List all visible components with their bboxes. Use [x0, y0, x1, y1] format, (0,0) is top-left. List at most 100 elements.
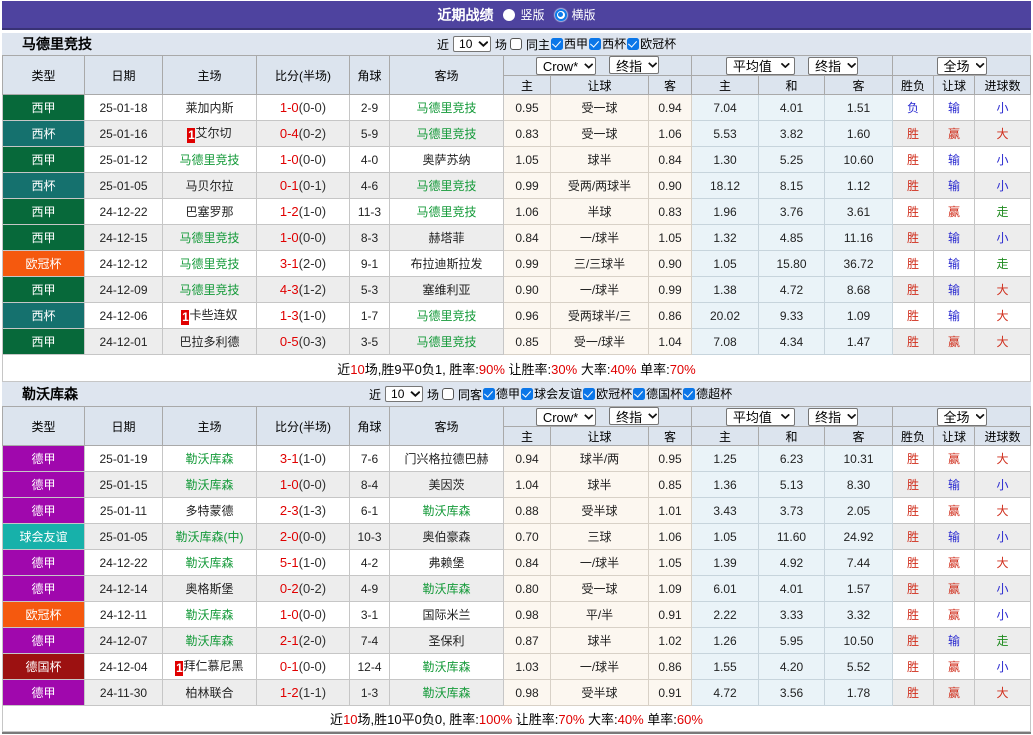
- checkbox-unchecked-icon[interactable]: [510, 38, 523, 50]
- avg-time-select[interactable]: 终指: [808, 56, 859, 75]
- result-goals: 大: [973, 679, 1032, 706]
- checkbox-checked-icon[interactable]: [583, 387, 596, 400]
- checkbox-checked-icon[interactable]: [521, 387, 534, 400]
- avg-time-select-value: 终指: [815, 59, 842, 74]
- sub-header: 胜负: [892, 75, 934, 95]
- competition-filter[interactable]: 西甲: [550, 35, 588, 52]
- radio-horizontal[interactable]: [554, 8, 567, 21]
- home-team: 勒沃库森: [162, 471, 257, 498]
- bookmaker-select[interactable]: Crow*: [535, 408, 596, 426]
- avg-select[interactable]: 平均值: [725, 56, 795, 75]
- away-odds: 1.01: [648, 497, 692, 524]
- checkbox-checked-icon[interactable]: [551, 37, 564, 50]
- radio-horizontal-label[interactable]: 横版: [572, 6, 596, 23]
- half-time-score: (1-0): [298, 555, 327, 570]
- full-time-score: 1-2: [279, 685, 299, 700]
- match-date: 25-01-12: [84, 146, 163, 173]
- home-team: 莱加内斯: [162, 94, 257, 121]
- radio-vertical-label[interactable]: 竖版: [520, 6, 544, 23]
- home-team-name: 马德里竞技: [179, 257, 240, 271]
- result-handicap: 赢: [933, 601, 975, 628]
- scope-select[interactable]: 全场: [936, 56, 987, 75]
- competition-filter[interactable]: 德甲: [482, 385, 520, 402]
- avg-draw: 5.25: [758, 146, 825, 173]
- team2-table: 类型 日期 主场 比分(半场) 角球 客场 Crow* 终指 平均值 终指 全场…: [1, 407, 1032, 732]
- away-team: 勒沃库森: [389, 575, 504, 602]
- avg-draw: 11.60: [758, 523, 825, 550]
- same-venue-filter[interactable]: 同主: [507, 36, 550, 53]
- match-date: 25-01-05: [84, 172, 163, 199]
- competition-badge: 西杯: [2, 172, 85, 199]
- competition-badge: 欧冠杯: [2, 601, 85, 628]
- handicap: 受一球: [550, 94, 649, 121]
- full-time-score: 1-2: [279, 204, 299, 219]
- competition-filter[interactable]: 球会友谊: [520, 385, 582, 402]
- avg-home: 2.22: [691, 601, 759, 628]
- summary-segment: 90%: [478, 361, 505, 377]
- checkbox-checked-icon[interactable]: [683, 387, 696, 400]
- full-time-score: 0-4: [279, 126, 299, 141]
- sub-header: 让球: [933, 75, 975, 95]
- away-team: 马德里竞技: [389, 302, 504, 329]
- match-count-select[interactable]: 10: [385, 386, 424, 402]
- scope-select[interactable]: 全场: [936, 407, 987, 426]
- avg-away: 3.32: [824, 601, 893, 628]
- home-team-name: 马贝尔拉: [185, 179, 234, 193]
- match-count-select[interactable]: 10: [453, 36, 492, 52]
- away-odds: 1.04: [648, 328, 692, 355]
- checkbox-checked-icon[interactable]: [589, 37, 602, 50]
- full-time-score: 4-3: [279, 282, 299, 297]
- avg-time-select[interactable]: 终指: [808, 407, 859, 426]
- result-goals: 大: [973, 120, 1032, 147]
- result-goals: 小: [973, 224, 1032, 251]
- summary-segment: 近: [337, 361, 351, 377]
- radio-vertical[interactable]: [503, 8, 516, 21]
- checkbox-unchecked-icon[interactable]: [442, 388, 455, 400]
- away-team: 塞维利亚: [389, 276, 504, 303]
- away-odds: 0.91: [648, 679, 692, 706]
- home-odds: 1.03: [503, 653, 551, 680]
- result-handicap: 赢: [933, 575, 975, 602]
- away-odds: 1.06: [648, 120, 692, 147]
- avg-draw: 5.95: [758, 627, 825, 654]
- odds-time-select[interactable]: 终指: [609, 56, 660, 74]
- competition-filter[interactable]: 德国杯: [632, 385, 682, 402]
- result-winlose: 胜: [892, 146, 934, 173]
- competition-filter[interactable]: 西杯: [588, 35, 626, 52]
- competition-filter[interactable]: 欧冠杯: [626, 35, 676, 52]
- result-winlose: 胜: [892, 523, 934, 550]
- summary-segment: 70%: [558, 712, 585, 727]
- bookmaker-select[interactable]: Crow*: [535, 57, 596, 75]
- checkbox-checked-icon[interactable]: [627, 37, 640, 50]
- half-time-score: (0-0): [298, 477, 327, 492]
- avg-home: 18.12: [691, 172, 759, 199]
- corner-count: 12-4: [349, 653, 390, 680]
- away-team: 马德里竞技: [389, 172, 504, 199]
- checkbox-checked-icon[interactable]: [483, 387, 496, 400]
- match-date: 25-01-15: [84, 471, 163, 498]
- same-venue-filter[interactable]: 同客: [439, 386, 482, 403]
- avg-select[interactable]: 平均值: [725, 407, 795, 426]
- odds-time-select[interactable]: 终指: [609, 407, 660, 425]
- away-team: 勒沃库森: [389, 497, 504, 524]
- avg-away: 3.61: [824, 198, 893, 225]
- competition-badge: 德甲: [2, 471, 85, 498]
- summary-segment: 10: [343, 712, 358, 727]
- competition-filter[interactable]: 欧冠杯: [582, 385, 632, 402]
- away-team-name: 门兴格拉德巴赫: [404, 452, 489, 466]
- result-handicap: 赢: [933, 445, 975, 472]
- result-handicap: 输: [933, 302, 975, 329]
- home-team: 马德里竞技: [162, 276, 257, 303]
- half-time-score: (0-0): [298, 230, 327, 245]
- half-time-score: (0-2): [298, 126, 327, 141]
- competition-filter[interactable]: 德超杯: [682, 385, 732, 402]
- away-team: 赫塔菲: [389, 224, 504, 251]
- checkbox-checked-icon[interactable]: [633, 387, 646, 400]
- match-date: 24-12-15: [84, 224, 163, 251]
- corner-count: 1-3: [349, 679, 390, 706]
- avg-away: 1.09: [824, 302, 893, 329]
- summary-segment: 40%: [610, 361, 637, 377]
- avg-away: 10.31: [824, 445, 893, 472]
- away-team: 布拉迪斯拉发: [389, 250, 504, 277]
- match-date: 25-01-05: [84, 523, 163, 550]
